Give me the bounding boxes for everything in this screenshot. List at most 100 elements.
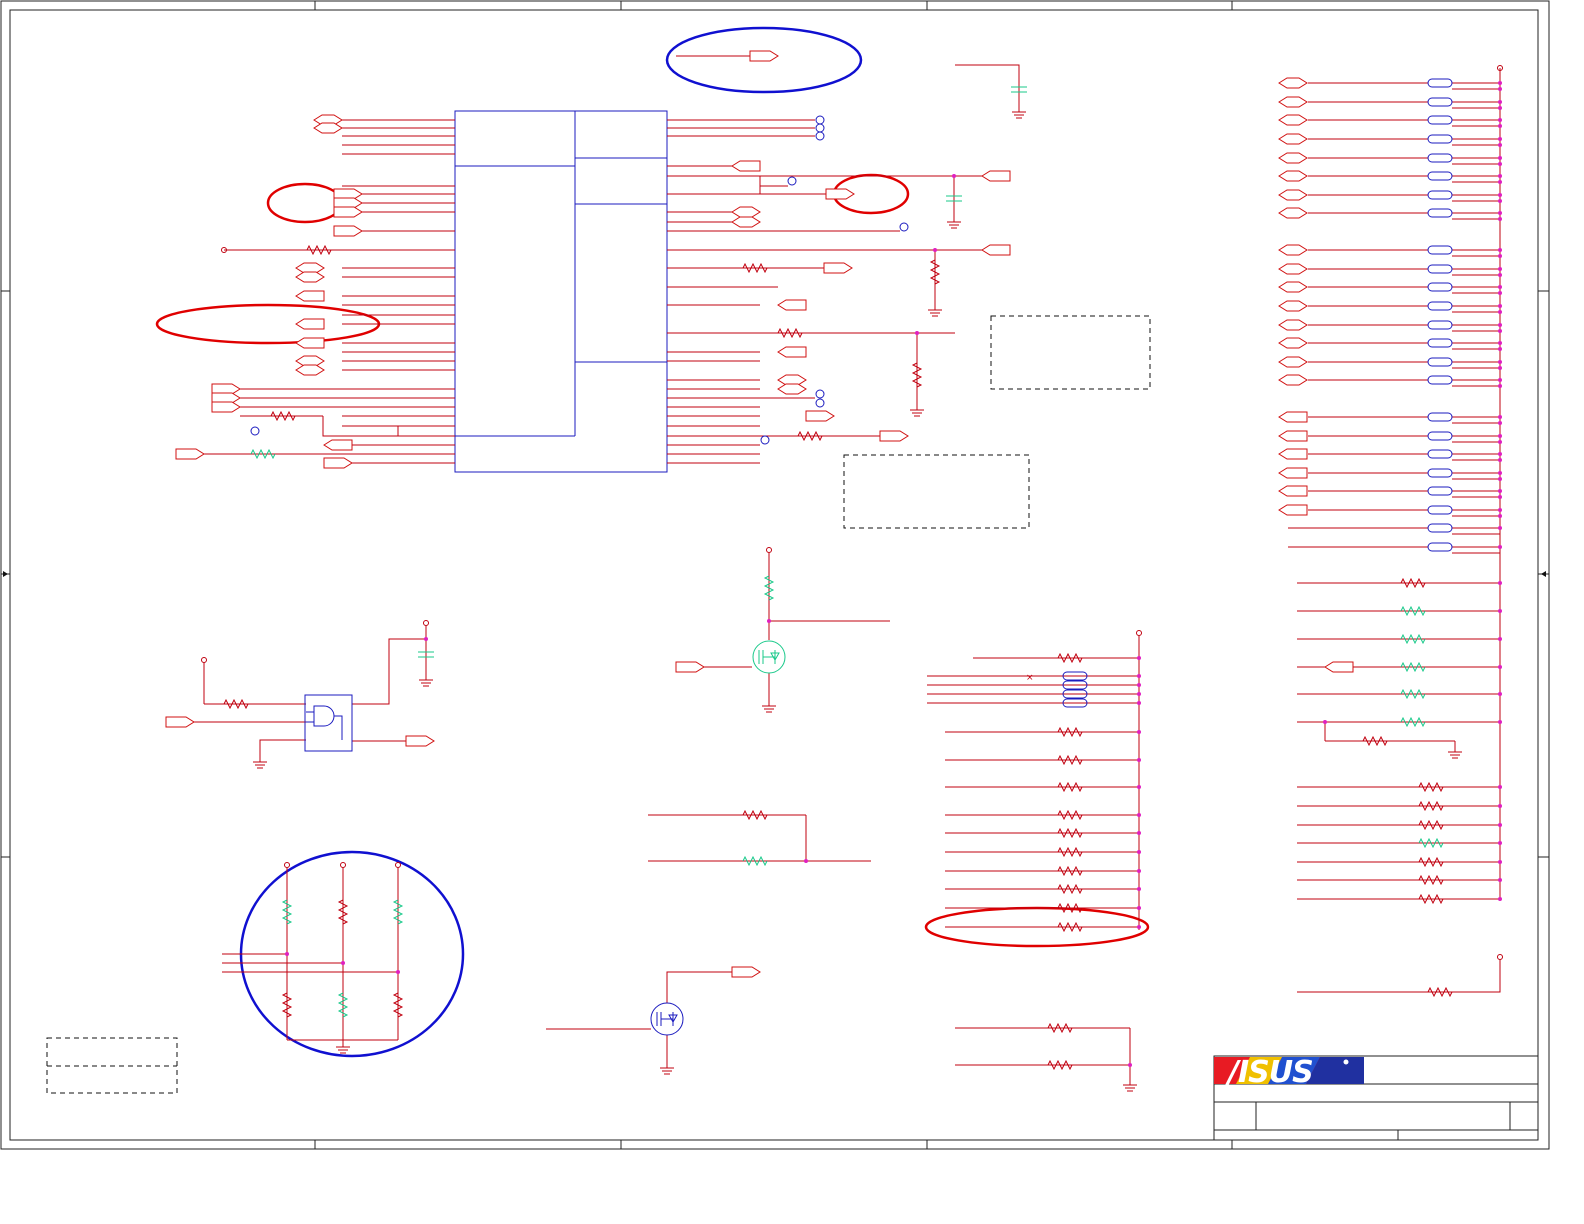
- resistor-icon: [1057, 921, 1083, 933]
- resistor-icon: [1418, 781, 1444, 793]
- junction-dot: [1137, 831, 1141, 835]
- junction-dot: [1498, 378, 1502, 382]
- resistor-icon: [1057, 846, 1083, 858]
- port-arrow-icon: [805, 410, 835, 422]
- junction-dot: [1498, 193, 1502, 197]
- junction-dot: [1498, 841, 1502, 845]
- resistor-icon: [1057, 865, 1083, 877]
- resistor-icon: [1400, 716, 1426, 728]
- resistor-icon: [392, 992, 404, 1018]
- junction-dot: [1498, 637, 1502, 641]
- junction-dot: [1498, 180, 1502, 184]
- power-pin: [766, 547, 772, 553]
- ground-icon: [947, 221, 961, 229]
- junction-dot: [1137, 701, 1141, 705]
- junction-dot: [1498, 143, 1502, 147]
- ground-icon: [910, 409, 924, 417]
- port-arrow-icon: [1278, 300, 1308, 312]
- power-pin: [423, 620, 429, 626]
- junction-dot: [1323, 720, 1327, 724]
- resistor-icon: [797, 430, 823, 442]
- test-point: [815, 389, 825, 399]
- ferrite-bead-icon: [1427, 134, 1453, 144]
- resistor-icon: [223, 698, 249, 710]
- junction-dot: [1498, 310, 1502, 314]
- ferrite-bead-icon: [1427, 375, 1453, 385]
- port-arrow-icon: [825, 188, 855, 200]
- port-arrow-icon: [731, 160, 761, 172]
- junction-dot: [1498, 124, 1502, 128]
- port-arrow-icon: [981, 170, 1011, 182]
- ferrite-bead-icon: [1427, 171, 1453, 181]
- ferrite-bead-icon: [1427, 115, 1453, 125]
- junction-dot: [1498, 720, 1502, 724]
- resistor-icon: [777, 327, 803, 339]
- resistor-icon: [1047, 1059, 1073, 1071]
- power-pin: [1136, 630, 1142, 636]
- highlight-marks: [155, 26, 1150, 1058]
- junction-dot: [1498, 384, 1502, 388]
- resistor-icon: [1057, 652, 1083, 664]
- test-point: [899, 222, 909, 232]
- junction-dot: [1498, 804, 1502, 808]
- junction-dot: [1498, 452, 1502, 456]
- junction-dot: [1498, 267, 1502, 271]
- junction-dot: [1498, 581, 1502, 585]
- port-arrow-icon: [823, 262, 853, 274]
- port-arrow-icon: [313, 122, 343, 134]
- port-arrow-icon: [211, 401, 241, 413]
- test-point: [815, 123, 825, 133]
- junction-dot: [1498, 860, 1502, 864]
- junction-dot: [767, 619, 771, 623]
- junction-dot: [952, 174, 956, 178]
- junction-dot: [424, 637, 428, 641]
- port-arrow-icon: [295, 318, 325, 330]
- ferrite-bead-icon: [1427, 431, 1453, 441]
- junction-dot: [1137, 674, 1141, 678]
- junction-dot: [1128, 1063, 1132, 1067]
- ground-icon: [1012, 111, 1026, 119]
- port-arrow-icon: [1324, 661, 1354, 673]
- resistor-icon: [1418, 819, 1444, 831]
- ferrite-bead-icon: [1427, 486, 1453, 496]
- ferrite-bead-icon: [1427, 78, 1453, 88]
- ground-icon: [660, 1067, 674, 1075]
- port-arrow-icon: [1278, 96, 1308, 108]
- resistor-icon: [1400, 577, 1426, 589]
- junction-dot: [933, 248, 937, 252]
- ferrite-bead-icon: [1427, 282, 1453, 292]
- junction-dot: [804, 859, 808, 863]
- resistor-icon: [1418, 800, 1444, 812]
- ferrite-bead-icon: [1427, 245, 1453, 255]
- resistor-icon: [1400, 633, 1426, 645]
- junction-dot: [1498, 217, 1502, 221]
- junction-dot: [1498, 471, 1502, 475]
- junction-dot: [285, 952, 289, 956]
- ferrite-bead-icon: [1427, 301, 1453, 311]
- junction-dot: [1498, 211, 1502, 215]
- ferrite-bead-icon: [1427, 338, 1453, 348]
- junction-dot: [1498, 304, 1502, 308]
- port-arrow-icon: [879, 430, 909, 442]
- junction-dot: [1498, 100, 1502, 104]
- resistor-icon: [392, 899, 404, 925]
- and-gate-icon: [304, 694, 353, 752]
- port-arrow-icon: [731, 966, 761, 978]
- port-arrow-icon: [175, 448, 205, 460]
- junction-dot: [1498, 156, 1502, 160]
- ground-icon: [762, 705, 776, 713]
- junction-dot: [1137, 692, 1141, 696]
- resistor-icon: [1400, 661, 1426, 673]
- junction-dot: [1137, 656, 1141, 660]
- schematic-page: /ISUS ×: [0, 0, 1584, 1224]
- junction-dot: [1498, 665, 1502, 669]
- port-arrow-icon: [1278, 430, 1308, 442]
- port-arrow-icon: [323, 457, 353, 469]
- junction-dot: [1498, 162, 1502, 166]
- port-arrow-icon: [165, 716, 195, 728]
- junction-dot: [1498, 440, 1502, 444]
- port-arrow-icon: [777, 346, 807, 358]
- junction-dot: [1498, 360, 1502, 364]
- port-arrow-icon: [1278, 356, 1308, 368]
- resistor-icon: [270, 410, 296, 422]
